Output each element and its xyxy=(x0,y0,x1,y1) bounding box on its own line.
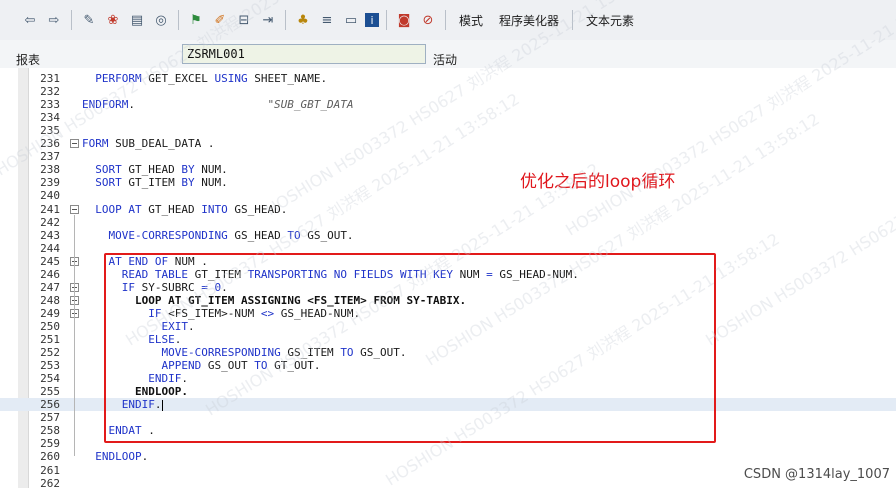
toolbar-separator xyxy=(71,10,72,30)
code-text: SORT GT_HEAD BY NUM. xyxy=(95,163,228,177)
code-line[interactable]: 239 SORT GT_ITEM BY NUM. xyxy=(0,176,896,189)
line-number: 249 xyxy=(40,306,60,320)
fold-toggle-icon[interactable] xyxy=(70,139,79,149)
object-type-label: 报表 xyxy=(16,53,41,67)
line-number: 247 xyxy=(40,280,60,294)
line-number: 257 xyxy=(40,411,60,425)
line-number: 251 xyxy=(40,333,60,346)
line-number: 254 xyxy=(40,372,60,386)
line-number: 253 xyxy=(40,359,60,373)
forward-arrow-icon[interactable]: ⇨ xyxy=(44,10,64,30)
program-name-field[interactable]: ZSRML001 xyxy=(182,44,426,64)
code-line[interactable]: 238 SORT GT_HEAD BY NUM. xyxy=(0,163,896,176)
stop-icon[interactable]: ⊘ xyxy=(418,10,438,30)
line-number: 256 xyxy=(40,398,60,412)
line-number: 248 xyxy=(40,293,60,307)
code-text: SORT GT_ITEM BY NUM. xyxy=(95,176,228,190)
line-number: 240 xyxy=(40,189,60,203)
line-number: 242 xyxy=(40,215,60,229)
line-number: 232 xyxy=(40,85,60,99)
code-text: ENDLOOP. xyxy=(95,450,149,464)
line-number: 255 xyxy=(40,385,60,399)
code-line[interactable]: 242 xyxy=(0,216,896,229)
info-icon[interactable]: i xyxy=(365,13,379,27)
line-number: 246 xyxy=(40,267,60,281)
hierarchy-icon[interactable]: ♣ xyxy=(293,10,313,30)
code-line[interactable]: 240 xyxy=(0,189,896,202)
line-number: 238 xyxy=(40,163,60,177)
where-used-icon[interactable]: ◎ xyxy=(151,10,171,30)
toolbar-separator xyxy=(285,10,286,30)
help-icon[interactable]: ◙ xyxy=(394,10,414,30)
application-toolbar: ⇦ ⇨ ✎ ❀ ▤ ◎ ⚑ ✐ ⊟ ⇥ ♣ ≡ ▭ i ◙ ⊘ 模式 程序美化器… xyxy=(0,0,896,41)
line-number: 260 xyxy=(40,450,60,464)
other-object-icon[interactable]: ▤ xyxy=(127,10,147,30)
display-object-list-icon[interactable]: ▭ xyxy=(341,10,361,30)
program-header-bar: 报表 ZSRML001 活动 xyxy=(0,40,896,69)
line-number: 231 xyxy=(40,72,60,85)
code-text: LOOP AT GT_HEAD INTO GS_HEAD. xyxy=(95,202,288,216)
object-list-icon[interactable]: ❀ xyxy=(103,10,123,30)
line-number: 233 xyxy=(40,98,60,112)
code-line[interactable]: 241 LOOP AT GT_HEAD INTO GS_HEAD. xyxy=(0,203,896,216)
fold-guide xyxy=(74,318,75,379)
toolbar-separator xyxy=(386,10,387,30)
mode-button[interactable]: 模式 xyxy=(459,12,483,29)
line-number: 259 xyxy=(40,437,60,451)
fold-toggle-icon[interactable] xyxy=(70,204,79,214)
line-number: 252 xyxy=(40,346,60,360)
line-number: 245 xyxy=(40,254,60,268)
line-number: 244 xyxy=(40,241,60,255)
toolbar-separator xyxy=(178,10,179,30)
pattern-icon[interactable]: ≡ xyxy=(317,10,337,30)
back-arrow-icon[interactable]: ⇦ xyxy=(20,10,40,30)
code-text: FORM SUB_DEAL_DATA . xyxy=(82,137,215,151)
line-number: 258 xyxy=(40,424,60,438)
status-label: 活动 xyxy=(433,53,458,67)
csdn-credit: CSDN @1314lay_1007 xyxy=(743,467,890,482)
toolbar-separator xyxy=(445,10,446,30)
line-number: 241 xyxy=(40,202,60,216)
line-number: 243 xyxy=(40,228,60,242)
line-number: 239 xyxy=(40,176,60,190)
line-number: 261 xyxy=(40,463,60,477)
check-syntax-icon[interactable]: ✎ xyxy=(79,10,99,30)
line-number: 250 xyxy=(40,319,60,333)
